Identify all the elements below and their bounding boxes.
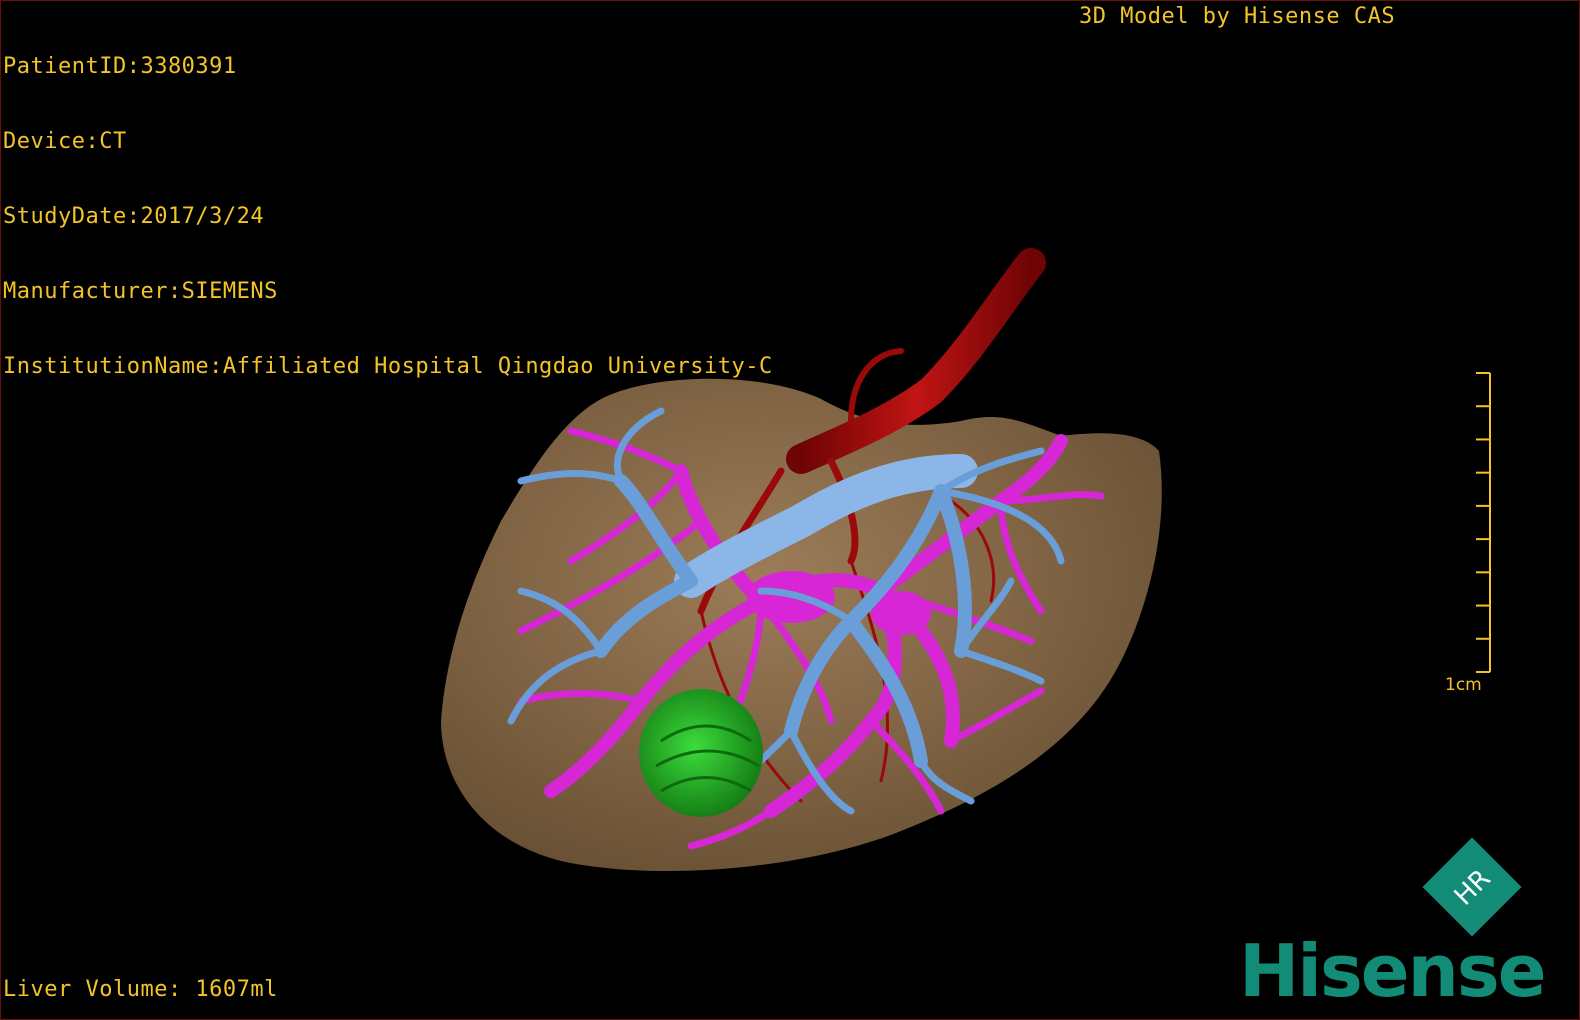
patient-info: PatientID:3380391 Device:CT StudyDate:20… (3, 4, 773, 429)
model-credit: 3D Model by Hisense CAS (1079, 4, 1396, 29)
study-date: StudyDate:2017/3/24 (3, 204, 265, 229)
institution-name: InstitutionName:Affiliated Hospital Qing… (3, 354, 773, 379)
gallbladder (639, 689, 763, 817)
manufacturer: Manufacturer:SIEMENS (3, 279, 278, 304)
3d-viewport[interactable]: PatientID:3380391 Device:CT StudyDate:20… (0, 0, 1580, 1020)
hisense-logo-mark: HR (1422, 837, 1522, 937)
patient-id: PatientID:3380391 (3, 54, 237, 79)
liver-volume: Liver Volume: 1607ml (3, 977, 278, 1002)
scale-bar (1476, 372, 1491, 673)
hisense-logo-wordmark: Hisense (1239, 929, 1547, 1013)
scale-label: 1cm (1445, 675, 1482, 695)
device: Device:CT (3, 129, 127, 154)
